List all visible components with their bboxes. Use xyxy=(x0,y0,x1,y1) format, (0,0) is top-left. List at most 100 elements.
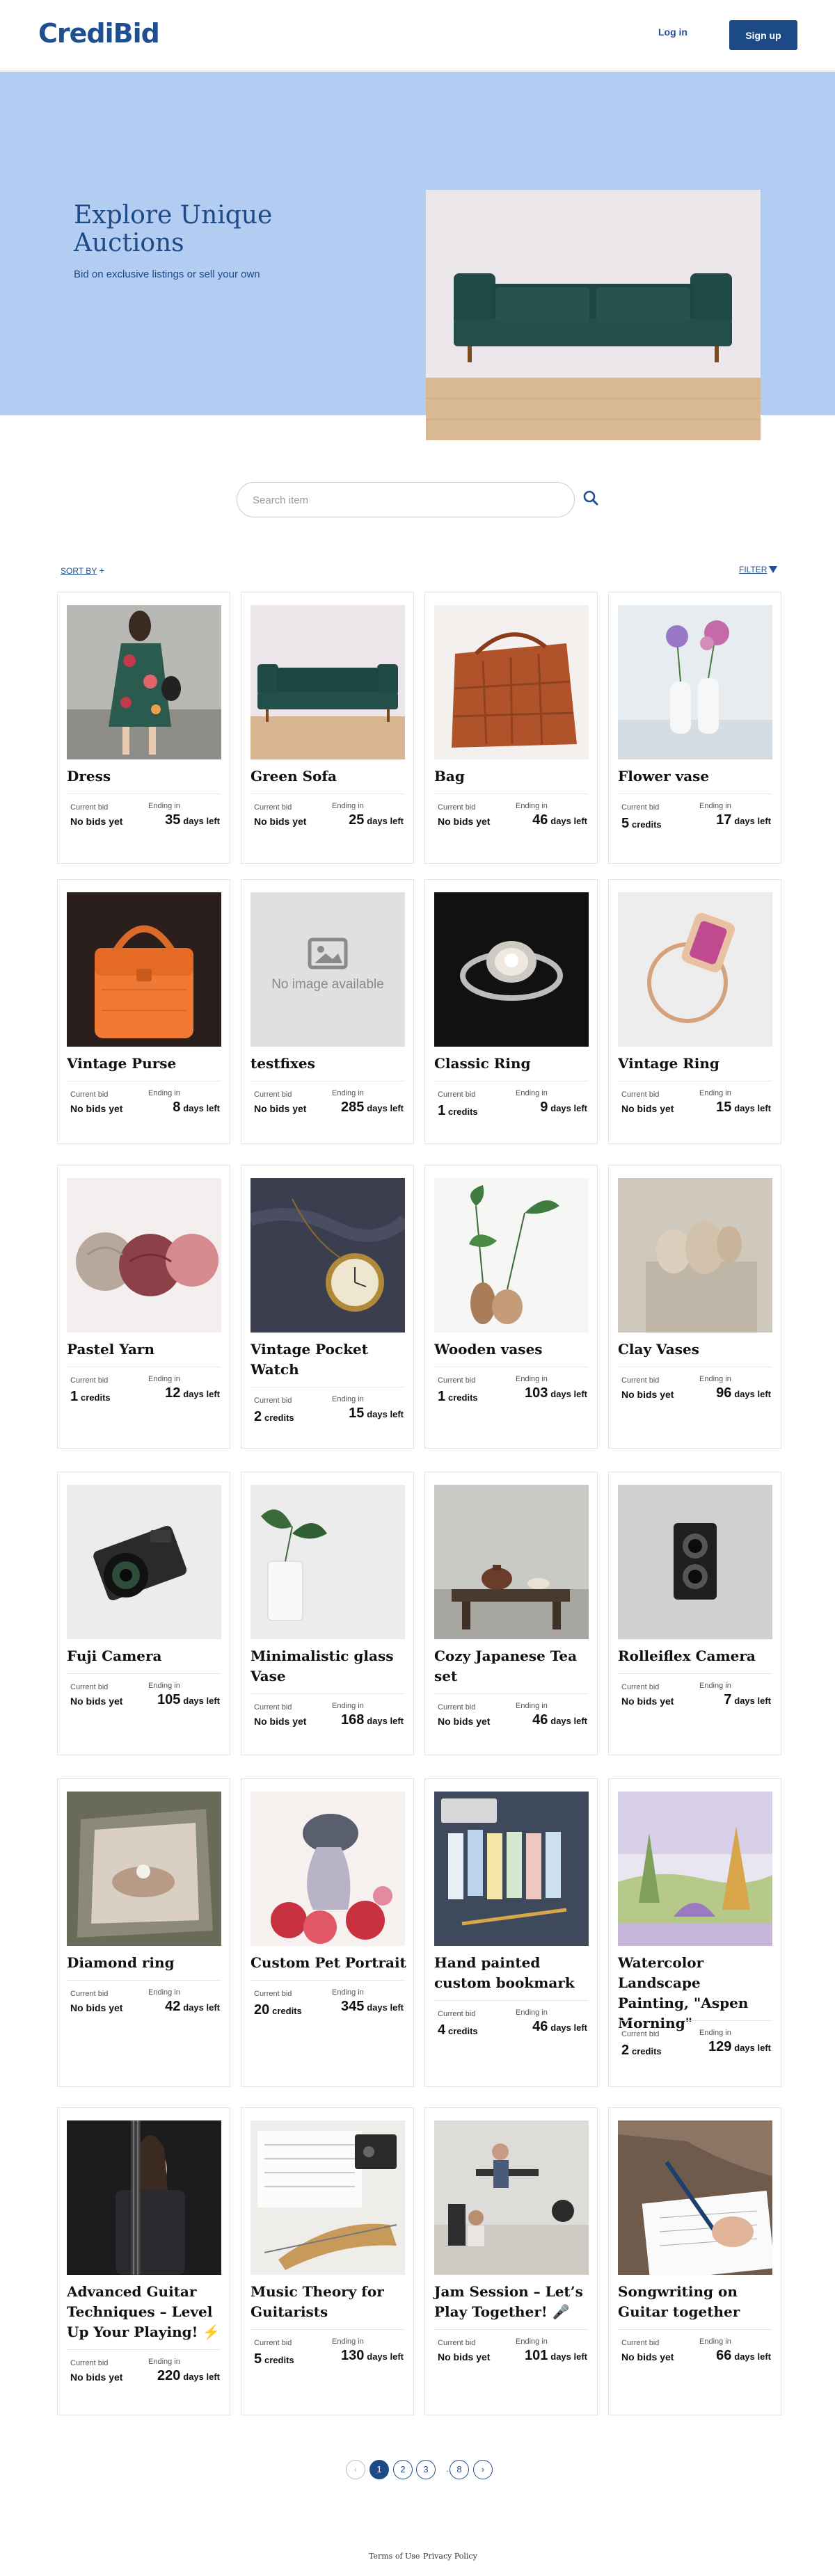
auction-card[interactable]: Diamond ring Current bid Ending in No bids … xyxy=(57,1778,230,2087)
auction-card[interactable]: Music Theory for Guitarists Current bid En… xyxy=(241,2107,414,2415)
item-title[interactable]: Cozy Japanese Tea set xyxy=(434,1646,591,1687)
item-image[interactable] xyxy=(67,605,221,759)
item-image[interactable] xyxy=(434,1178,589,1333)
auction-card[interactable]: Watercolor Landscape Painting, "Aspen Mo… xyxy=(608,1778,781,2087)
ending-in-label: Ending in xyxy=(148,802,180,810)
auction-card[interactable]: Hand painted custom bookmark Current bid E… xyxy=(424,1778,598,2087)
auction-card[interactable]: Flower vase Current bid Ending in 5 credits… xyxy=(608,592,781,864)
item-image[interactable] xyxy=(618,892,772,1047)
item-image[interactable] xyxy=(434,2120,589,2275)
auction-card[interactable]: Songwriting on Guitar together Current bi… xyxy=(608,2107,781,2415)
item-title[interactable]: Flower vase xyxy=(618,766,775,787)
current-bid-value: No bids yet xyxy=(621,1103,674,1114)
auction-card[interactable]: Vintage Ring Current bid Ending in No bids … xyxy=(608,879,781,1144)
auction-card[interactable]: Vintage Pocket Watch Current bid Ending in… xyxy=(241,1165,414,1449)
current-bid-value: No bids yet xyxy=(70,1696,123,1707)
days-left-value: 285 days left xyxy=(340,1100,404,1115)
item-title[interactable]: Fuji Camera xyxy=(67,1646,224,1666)
item-title[interactable]: Music Theory for Guitarists xyxy=(250,2282,408,2322)
item-image[interactable] xyxy=(434,605,589,759)
page-8-button[interactable]: 8 xyxy=(450,2460,469,2479)
item-image[interactable] xyxy=(250,2120,405,2275)
item-title[interactable]: Vintage Pocket Watch xyxy=(250,1339,408,1380)
days-left-value: 46 days left xyxy=(532,2019,587,2034)
item-image[interactable] xyxy=(67,1485,221,1639)
auction-card[interactable]: Jam Session – Let’s Play Together! 🎤 Curr… xyxy=(424,2107,598,2415)
signup-button[interactable]: Sign up xyxy=(729,20,797,50)
auction-card[interactable]: Bag Current bid Ending in No bids yet 46 day… xyxy=(424,592,598,864)
filter-button[interactable]: FILTER xyxy=(739,565,778,574)
item-title[interactable]: Watercolor Landscape Painting, "Aspen Mo… xyxy=(618,1953,775,2034)
item-image[interactable] xyxy=(434,892,589,1047)
item-title[interactable]: Jam Session – Let’s Play Together! 🎤 xyxy=(434,2282,591,2322)
item-image[interactable] xyxy=(67,1178,221,1333)
auction-card[interactable]: No image available testfixes Current bid En… xyxy=(241,879,414,1144)
sort-by-button[interactable]: SORT BY + xyxy=(61,565,104,576)
item-image[interactable] xyxy=(618,1485,772,1639)
item-image[interactable] xyxy=(434,1792,589,1946)
auction-card[interactable]: Advanced Guitar Techniques – Level Up Yo… xyxy=(57,2107,230,2415)
item-image[interactable] xyxy=(250,1792,405,1946)
item-title[interactable]: Dress xyxy=(67,766,224,787)
item-image[interactable] xyxy=(250,605,405,759)
item-image[interactable] xyxy=(434,1485,589,1639)
item-title[interactable]: Vintage Ring xyxy=(618,1054,775,1074)
current-bid-value: 1 credits xyxy=(438,1389,478,1404)
logo[interactable]: CrediBid xyxy=(38,18,160,49)
item-title[interactable]: Clay Vases xyxy=(618,1339,775,1360)
terms-link[interactable]: Terms of Use xyxy=(369,2552,420,2561)
page-1-button[interactable]: 1 xyxy=(369,2460,389,2479)
search-input[interactable] xyxy=(253,491,559,509)
item-image[interactable] xyxy=(250,1178,405,1333)
item-title[interactable]: Diamond ring xyxy=(67,1953,224,1973)
next-page-button[interactable]: › xyxy=(473,2460,493,2479)
auction-card[interactable]: Classic Ring Current bid Ending in 1 credit… xyxy=(424,879,598,1144)
item-image[interactable]: No image available xyxy=(250,892,405,1047)
item-image[interactable] xyxy=(250,1485,405,1639)
auction-card[interactable]: Wooden vases Current bid Ending in 1 credit… xyxy=(424,1165,598,1449)
item-title[interactable]: Pastel Yarn xyxy=(67,1339,224,1360)
days-left-value: 220 days left xyxy=(157,2368,220,2383)
item-title[interactable]: Advanced Guitar Techniques – Level Up Yo… xyxy=(67,2282,224,2342)
auction-card[interactable]: Custom Pet Portrait Current bid Ending in 2… xyxy=(241,1778,414,2087)
ending-in-label: Ending in xyxy=(516,2009,548,2017)
current-bid-value: No bids yet xyxy=(621,1389,674,1400)
auction-card[interactable]: Dress Current bid Ending in No bids yet 35 d… xyxy=(57,592,230,864)
ending-in-label: Ending in xyxy=(332,1089,364,1097)
auction-card[interactable]: Cozy Japanese Tea set Current bid Ending i… xyxy=(424,1472,598,1755)
item-image[interactable] xyxy=(618,2120,772,2275)
item-title[interactable]: Wooden vases xyxy=(434,1339,591,1360)
item-image[interactable] xyxy=(67,2120,221,2275)
item-image[interactable] xyxy=(618,1792,772,1946)
auction-card[interactable]: Pastel Yarn Current bid Ending in 1 credits… xyxy=(57,1165,230,1449)
item-title[interactable]: Vintage Purse xyxy=(67,1054,224,1074)
item-image[interactable] xyxy=(618,605,772,759)
search-icon[interactable] xyxy=(582,489,600,507)
item-title[interactable]: Bag xyxy=(434,766,591,787)
login-link[interactable]: Log in xyxy=(658,26,687,38)
current-bid-label: Current bid xyxy=(70,803,109,812)
item-image[interactable] xyxy=(67,892,221,1047)
privacy-link[interactable]: Privacy Policy xyxy=(423,2552,477,2561)
item-title[interactable]: Green Sofa xyxy=(250,766,408,787)
item-title[interactable]: Rolleiflex Camera xyxy=(618,1646,775,1666)
current-bid-value: No bids yet xyxy=(70,1103,123,1114)
auction-card[interactable]: Vintage Purse Current bid Ending in No bids… xyxy=(57,879,230,1144)
item-title[interactable]: Minimalistic glass Vase xyxy=(250,1646,408,1687)
item-image[interactable] xyxy=(618,1178,772,1333)
auction-card[interactable]: Green Sofa Current bid Ending in No bids ye… xyxy=(241,592,414,864)
item-title[interactable]: Hand painted custom bookmark xyxy=(434,1953,591,1993)
item-title[interactable]: Classic Ring xyxy=(434,1054,591,1074)
page-2-button[interactable]: 2 xyxy=(393,2460,413,2479)
auction-card[interactable]: Fuji Camera Current bid Ending in No bids y… xyxy=(57,1472,230,1755)
ending-in-label: Ending in xyxy=(516,1702,548,1710)
prev-page-button[interactable]: ‹ xyxy=(346,2460,365,2479)
item-title[interactable]: Songwriting on Guitar together xyxy=(618,2282,775,2322)
item-title[interactable]: Custom Pet Portrait xyxy=(250,1953,408,1973)
item-title[interactable]: testfixes xyxy=(250,1054,408,1074)
auction-card[interactable]: Clay Vases Current bid Ending in No bids ye… xyxy=(608,1165,781,1449)
item-image[interactable] xyxy=(67,1792,221,1946)
auction-card[interactable]: Rolleiflex Camera Current bid Ending in No … xyxy=(608,1472,781,1755)
page-3-button[interactable]: 3 xyxy=(416,2460,436,2479)
auction-card[interactable]: Minimalistic glass Vase Current bid Ending… xyxy=(241,1472,414,1755)
